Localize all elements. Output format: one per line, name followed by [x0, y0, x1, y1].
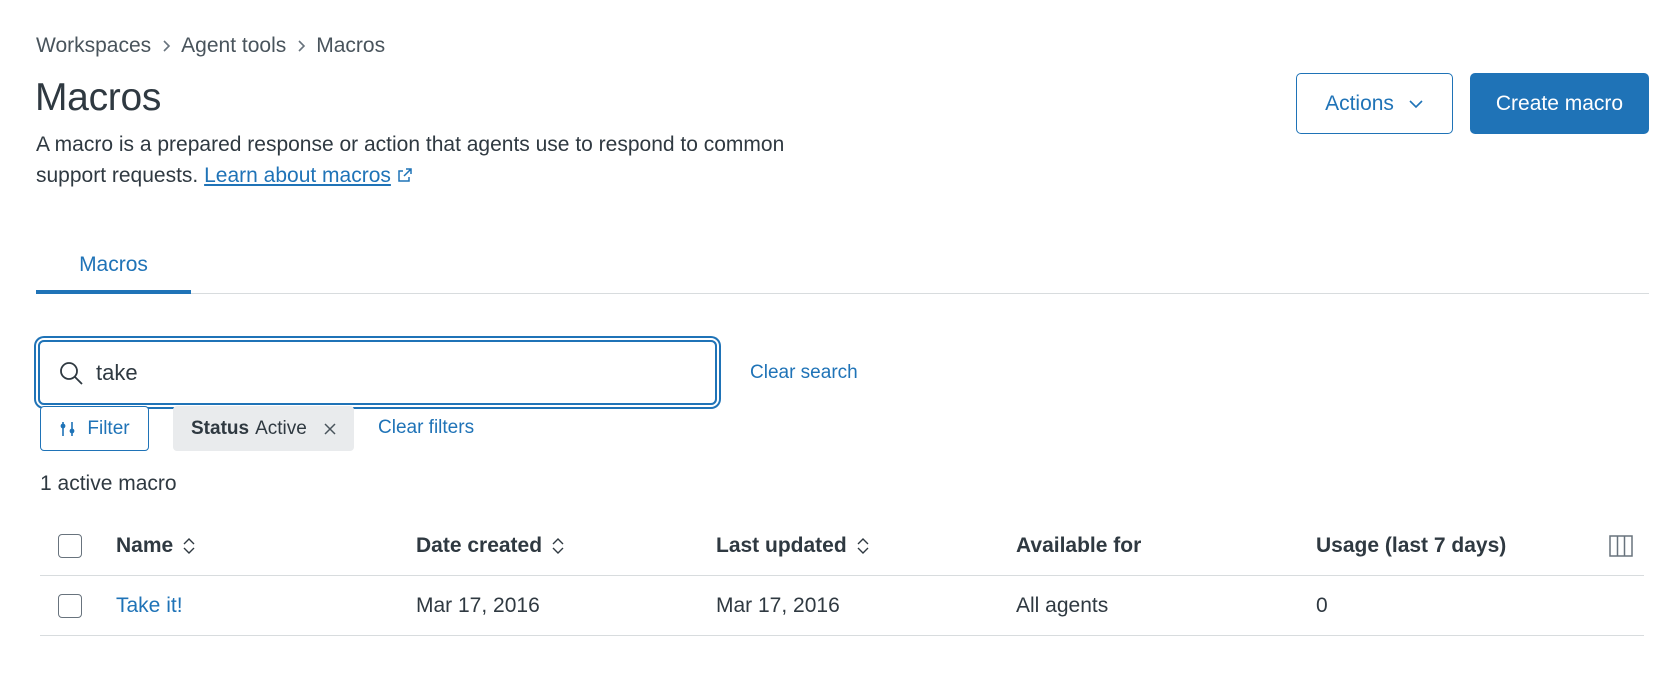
chevron-down-icon — [1409, 99, 1423, 108]
breadcrumb-agent-tools[interactable]: Agent tools — [181, 34, 286, 58]
sort-icon — [552, 538, 564, 554]
column-header-date-created[interactable]: Date created — [416, 516, 566, 576]
page: Workspaces Agent tools Macros Macros A m… — [0, 0, 1680, 686]
select-all-cell — [58, 516, 82, 576]
status-filter-tag: Status Active — [173, 406, 354, 451]
column-header-name[interactable]: Name — [116, 516, 197, 576]
filter-label: Filter — [87, 417, 130, 439]
actions-button[interactable]: Actions — [1296, 73, 1453, 134]
chevron-right-icon — [286, 39, 316, 53]
sort-icon — [183, 538, 195, 554]
result-count: 1 active macro — [40, 472, 177, 495]
tab-macros[interactable]: Macros — [36, 242, 191, 294]
column-label: Date created — [416, 534, 543, 557]
tab-list: Macros — [36, 242, 1649, 294]
close-icon[interactable] — [323, 422, 337, 436]
learn-link-label: Learn about macros — [204, 164, 391, 187]
table-header-row: Name Date created Last updated Available… — [40, 516, 1644, 576]
columns-icon[interactable] — [1608, 533, 1634, 559]
sort-icon — [857, 538, 869, 554]
search-icon — [60, 361, 83, 385]
column-label: Name — [116, 534, 174, 557]
column-settings-cell — [1608, 516, 1634, 576]
learn-about-macros-link[interactable]: Learn about macros — [204, 164, 413, 187]
tag-key: Status — [191, 417, 250, 439]
filter-button[interactable]: Filter — [40, 406, 149, 451]
macro-name-link[interactable]: Take it! — [116, 576, 183, 636]
page-description: A macro is a prepared response or action… — [36, 129, 856, 191]
page-title: Macros — [35, 76, 162, 119]
external-link-icon — [398, 168, 412, 182]
select-all-checkbox[interactable] — [58, 534, 82, 558]
breadcrumb-macros: Macros — [316, 34, 386, 57]
available-for-cell: All agents — [1016, 594, 1109, 617]
breadcrumb-workspaces[interactable]: Workspaces — [36, 34, 151, 58]
usage-cell: 0 — [1316, 594, 1328, 617]
clear-search-link[interactable]: Clear search — [750, 362, 858, 384]
search-input[interactable] — [96, 359, 656, 386]
table-row: Take it! Mar 17, 2016 Mar 17, 2016 All a… — [40, 576, 1644, 636]
tag-value: Active — [255, 417, 307, 439]
clear-filters-link[interactable]: Clear filters — [378, 417, 474, 439]
column-header-usage: Usage (last 7 days) — [1316, 534, 1507, 557]
row-select-cell — [58, 576, 82, 636]
column-header-available-for: Available for — [1016, 534, 1142, 557]
chevron-right-icon — [151, 39, 181, 53]
actions-label: Actions — [1325, 91, 1394, 115]
date-created-cell: Mar 17, 2016 — [416, 594, 540, 617]
create-macro-button[interactable]: Create macro — [1470, 73, 1649, 134]
search-field[interactable] — [38, 340, 717, 405]
filter-sliders-icon — [60, 421, 75, 436]
column-label: Last updated — [716, 534, 847, 557]
last-updated-cell: Mar 17, 2016 — [716, 594, 840, 617]
row-checkbox[interactable] — [58, 594, 82, 618]
breadcrumb: Workspaces Agent tools Macros — [36, 34, 385, 58]
macros-table: Name Date created Last updated Available… — [40, 516, 1644, 636]
column-header-last-updated[interactable]: Last updated — [716, 516, 871, 576]
